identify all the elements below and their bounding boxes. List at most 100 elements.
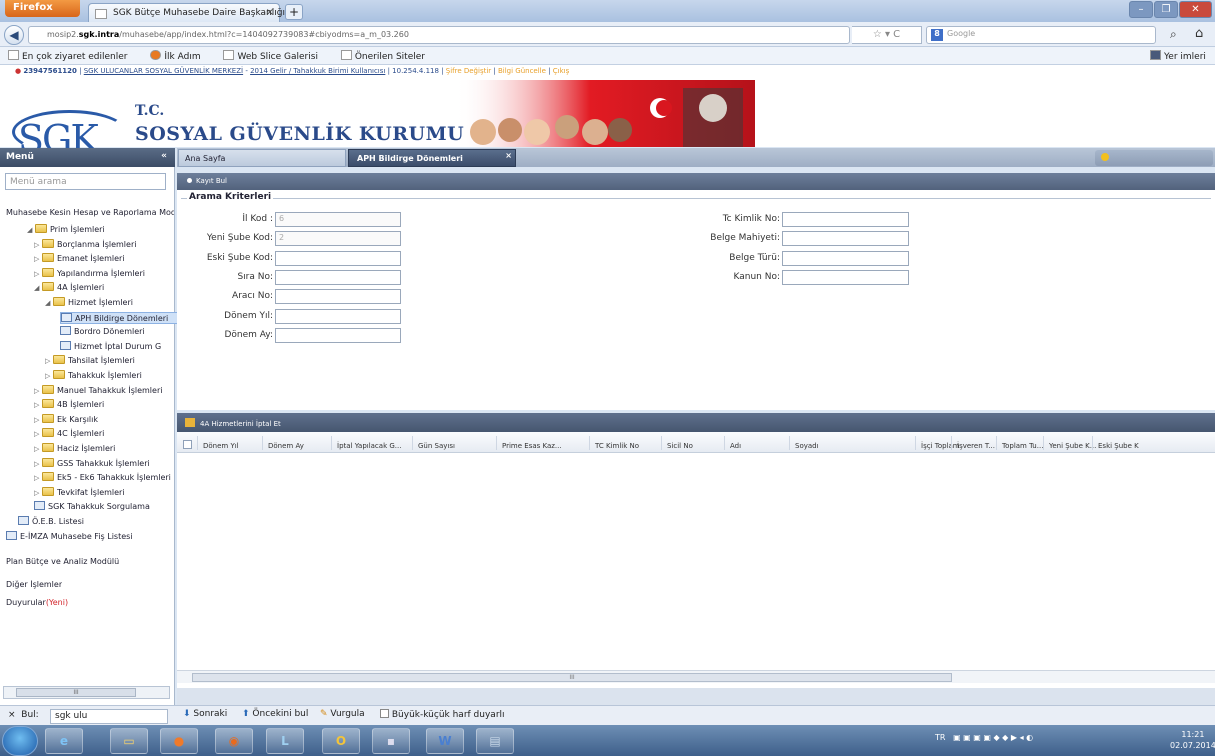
column-separator[interactable] bbox=[1043, 436, 1044, 450]
expand-arrow-icon[interactable]: ▷ bbox=[34, 416, 42, 424]
column-header[interactable]: Dönem Yıl bbox=[203, 442, 239, 450]
search-icon[interactable]: ⌕ bbox=[1170, 27, 1177, 42]
column-header[interactable]: Prime Esas Kaz... bbox=[502, 442, 562, 450]
media-player-icon[interactable]: ● bbox=[160, 728, 198, 754]
menu-item[interactable]: ▷ Yapılandırma İşlemleri bbox=[34, 267, 184, 278]
menu-horizontal-scrollbar[interactable]: III bbox=[3, 686, 170, 699]
new-tab-button[interactable]: + bbox=[285, 4, 303, 20]
column-separator[interactable] bbox=[789, 436, 790, 450]
expand-arrow-icon[interactable]: ▷ bbox=[34, 460, 42, 468]
find-input[interactable]: sgk ulu bbox=[50, 709, 168, 724]
tab-home[interactable]: Ana Sayfa bbox=[178, 149, 346, 167]
column-header[interactable]: Yeni Şube K... bbox=[1049, 442, 1096, 450]
app-taskbar-icon[interactable]: L bbox=[266, 728, 304, 754]
close-window-button[interactable]: ✕ bbox=[1179, 1, 1212, 18]
column-header[interactable]: İptal Yapılacak G... bbox=[337, 442, 401, 450]
form-field-input[interactable] bbox=[275, 327, 401, 343]
form-field-input[interactable] bbox=[275, 250, 401, 266]
expand-arrow-icon[interactable]: ▷ bbox=[34, 445, 42, 453]
change-password-link[interactable]: Şifre Değiştir bbox=[446, 67, 491, 75]
menu-item[interactable]: ▷ GSS Tahakkuk İşlemleri bbox=[34, 457, 184, 468]
expand-arrow-icon[interactable]: ▷ bbox=[45, 372, 53, 380]
expand-arrow-icon[interactable]: ▷ bbox=[34, 401, 42, 409]
expand-arrow-icon[interactable]: ▷ bbox=[34, 489, 42, 497]
menu-item[interactable]: ▷ 4B İşlemleri bbox=[34, 399, 184, 409]
menu-item[interactable]: ▷ Borçlanma İşlemleri bbox=[34, 238, 184, 249]
cancel-services-button[interactable]: 4A Hizmetlerini İptal Et bbox=[200, 420, 281, 428]
firefox-menu-button[interactable]: Firefox bbox=[5, 0, 80, 17]
menu-item[interactable]: ◢ Prim İşlemleri bbox=[27, 224, 177, 234]
tab-aph-bildirge[interactable]: APH Bildirge Dönemleri × bbox=[348, 149, 516, 167]
form-field-input[interactable] bbox=[275, 289, 401, 305]
taskbar-clock[interactable]: 11:21 02.07.2014 bbox=[1170, 729, 1215, 751]
bookmark-suggested[interactable]: Önerilen Siteler bbox=[340, 50, 435, 62]
logout-link[interactable]: Çıkış bbox=[553, 67, 569, 75]
document-icon[interactable]: ▤ bbox=[476, 728, 514, 754]
column-header[interactable]: İşveren T... bbox=[957, 442, 995, 450]
expand-arrow-icon[interactable]: ▷ bbox=[34, 241, 42, 249]
find-previous-button[interactable]: ⬆ Öncekini bul bbox=[242, 709, 308, 719]
form-field-input[interactable] bbox=[782, 231, 909, 247]
word-icon[interactable]: W bbox=[426, 728, 464, 754]
menu-item[interactable]: ▷ Tevkifat İşlemleri bbox=[34, 486, 184, 497]
expand-arrow-icon[interactable]: ▷ bbox=[34, 270, 42, 278]
column-separator[interactable] bbox=[1092, 436, 1093, 450]
menu-item[interactable]: Ö.E.B. Listesi bbox=[18, 516, 168, 526]
menu-section-other[interactable]: Diğer İşlemler bbox=[6, 580, 62, 589]
tab-strip-tools[interactable] bbox=[1095, 150, 1213, 166]
column-separator[interactable] bbox=[951, 436, 952, 450]
column-header[interactable]: Sicil No bbox=[667, 442, 693, 450]
language-indicator[interactable]: TR bbox=[935, 733, 945, 742]
user-role[interactable]: 2014 Gelir / Tahakkuk Birimi Kullanıcısı bbox=[250, 67, 385, 75]
update-info-link[interactable]: Bilgi Güncelle bbox=[498, 67, 546, 75]
menu-item[interactable]: ▷ Haciz İşlemleri bbox=[34, 443, 184, 453]
home-icon[interactable]: ⌂ bbox=[1195, 26, 1203, 41]
url-bar[interactable]: mosip2.sgk.intra/muhasebe/app/index.html… bbox=[28, 26, 850, 44]
collapse-menu-icon[interactable]: « bbox=[161, 151, 167, 161]
form-field-input[interactable]: 6 bbox=[275, 212, 401, 227]
search-input[interactable]: 8 Google bbox=[926, 26, 1156, 44]
column-header[interactable]: Eski Şube K bbox=[1098, 442, 1139, 450]
close-find-bar-icon[interactable]: × bbox=[8, 710, 16, 720]
expand-arrow-icon[interactable]: ▷ bbox=[34, 474, 42, 482]
menu-item[interactable]: ▷ Tahakkuk İşlemleri bbox=[45, 370, 195, 380]
column-header[interactable]: İşçi Toplam bbox=[921, 442, 960, 450]
menu-item[interactable]: ▷ 4C İşlemleri bbox=[34, 428, 184, 438]
form-field-input[interactable] bbox=[782, 269, 909, 285]
column-separator[interactable] bbox=[589, 436, 590, 450]
menu-item[interactable]: ▷ Ek5 - Ek6 Tahakkuk İşlemleri bbox=[34, 472, 184, 482]
bookmark-star-icon[interactable]: ☆ ▾ C bbox=[852, 26, 922, 44]
collapse-arrow-icon[interactable]: ◢ bbox=[45, 299, 53, 307]
expand-arrow-icon[interactable]: ▷ bbox=[34, 255, 42, 263]
column-separator[interactable] bbox=[262, 436, 263, 450]
column-separator[interactable] bbox=[724, 436, 725, 450]
column-header[interactable]: Dönem Ay bbox=[268, 442, 304, 450]
column-separator[interactable] bbox=[996, 436, 997, 450]
user-org[interactable]: SGK ULUCANLAR SOSYAL GÜVENLİK MERKEZİ bbox=[84, 67, 243, 75]
column-header[interactable]: Soyadı bbox=[795, 442, 819, 450]
form-field-input[interactable] bbox=[782, 212, 909, 227]
menu-item[interactable]: ▷ Emanet İşlemleri bbox=[34, 253, 184, 263]
column-header[interactable]: Toplam Tu... bbox=[1002, 442, 1043, 450]
menu-item[interactable]: E-İMZA Muhasebe Fiş Listesi bbox=[6, 530, 156, 541]
find-next-button[interactable]: ⬇ Sonraki bbox=[183, 709, 227, 719]
collapse-arrow-icon[interactable]: ◢ bbox=[34, 284, 42, 292]
column-separator[interactable] bbox=[496, 436, 497, 450]
explorer-icon[interactable]: ▭ bbox=[110, 728, 148, 754]
system-tray[interactable]: TR ▣ ▣ ▣ ▣ ◆ ◆ ▶ ◂ ◐ bbox=[935, 733, 1033, 742]
grid-horizontal-scrollbar[interactable]: III bbox=[177, 670, 1215, 683]
bookmark-most-visited[interactable]: En çok ziyaret edilenler bbox=[8, 50, 138, 62]
column-header[interactable]: TC Kimlik No bbox=[595, 442, 639, 450]
menu-search-input[interactable]: Menü arama bbox=[5, 173, 166, 190]
form-field-input[interactable] bbox=[275, 269, 401, 285]
highlight-button[interactable]: ✎ Vurgula bbox=[320, 709, 365, 719]
column-header[interactable]: Adı bbox=[730, 442, 741, 450]
form-field-input[interactable] bbox=[275, 308, 401, 324]
menu-item[interactable]: SGK Tahakkuk Sorgulama bbox=[34, 501, 184, 511]
calculator-icon[interactable]: ▪ bbox=[372, 728, 410, 754]
menu-item[interactable]: ▷ Manuel Tahakkuk İşlemleri bbox=[34, 384, 184, 395]
column-separator[interactable] bbox=[915, 436, 916, 450]
browser-tab[interactable]: SGK Bütçe Muhasebe Daire Başkanlığı × bbox=[88, 3, 285, 22]
form-field-input[interactable]: 2 bbox=[275, 231, 401, 247]
firefox-taskbar-icon[interactable]: ◉ bbox=[215, 728, 253, 754]
